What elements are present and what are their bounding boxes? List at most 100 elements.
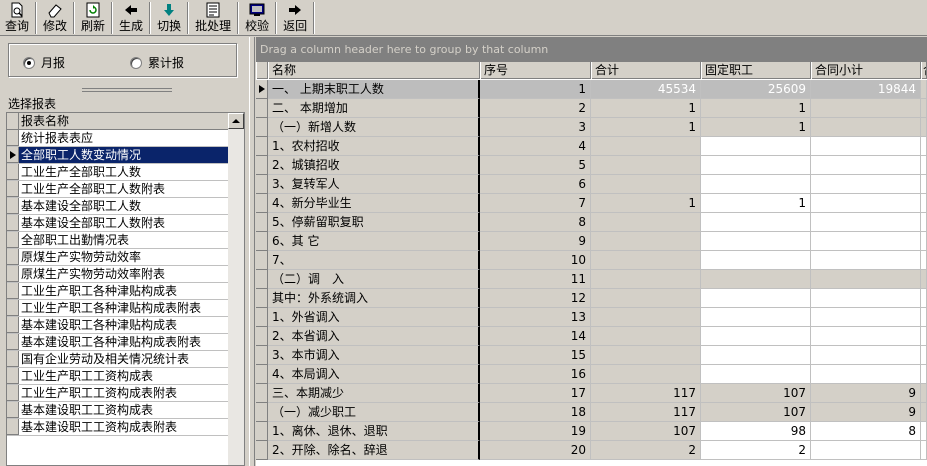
cell-total[interactable] bbox=[591, 346, 701, 365]
cell-more[interactable] bbox=[921, 289, 927, 308]
cell-fixed[interactable] bbox=[701, 213, 811, 232]
cell-name[interactable]: 6、其 它 bbox=[268, 232, 480, 251]
cell-seq[interactable]: 14 bbox=[480, 327, 591, 346]
cell-more[interactable] bbox=[921, 137, 927, 156]
cumulative-radio[interactable]: 累计报 bbox=[130, 54, 184, 71]
table-row[interactable]: （一）减少职工 18 117 107 9 bbox=[256, 403, 927, 422]
table-row[interactable]: （一）新增人数 3 1 1 bbox=[256, 118, 927, 137]
cell-contract[interactable] bbox=[811, 213, 921, 232]
table-row[interactable]: 4、新分毕业生 7 1 1 bbox=[256, 194, 927, 213]
cell-total[interactable]: 1 bbox=[591, 118, 701, 137]
table-row[interactable]: 二、 本期增加 2 1 1 bbox=[256, 99, 927, 118]
cell-seq[interactable]: 16 bbox=[480, 365, 591, 384]
edit-button[interactable]: 修改 bbox=[38, 1, 72, 35]
cell-contract[interactable] bbox=[811, 118, 921, 137]
list-item[interactable]: 基本建设全部职工人数附表 bbox=[7, 215, 230, 232]
table-row[interactable]: 3、本市调入 15 bbox=[256, 346, 927, 365]
cell-name[interactable]: 2、本省调入 bbox=[268, 327, 480, 346]
table-row[interactable]: 2、城镇招收 5 bbox=[256, 156, 927, 175]
scroll-up-icon[interactable] bbox=[228, 113, 244, 129]
table-row[interactable]: 1、外省调入 13 bbox=[256, 308, 927, 327]
query-button[interactable]: 查询 bbox=[0, 1, 34, 35]
cell-name[interactable]: （一）新增人数 bbox=[268, 118, 480, 137]
table-row[interactable]: 1、离休、退休、退职 19 107 98 8 bbox=[256, 422, 927, 441]
cell-name[interactable]: 二、 本期增加 bbox=[268, 99, 480, 118]
table-row[interactable]: 3、复转军人 6 bbox=[256, 175, 927, 194]
cell-contract[interactable] bbox=[811, 308, 921, 327]
cell-fixed[interactable]: 107 bbox=[701, 403, 811, 422]
list-item[interactable]: 基本建设职工工资构成表 bbox=[7, 402, 230, 419]
column-header-name[interactable]: 名称 bbox=[268, 62, 480, 79]
report-name-column-header[interactable]: 报表名称 bbox=[19, 113, 69, 129]
cell-fixed[interactable] bbox=[701, 156, 811, 175]
cell-more[interactable] bbox=[921, 156, 927, 175]
cell-more[interactable] bbox=[921, 384, 927, 403]
table-row[interactable]: 三、本期减少 17 117 107 9 bbox=[256, 384, 927, 403]
panel-splitter[interactable] bbox=[8, 87, 246, 93]
column-header-fixed[interactable]: 固定职工 bbox=[701, 62, 811, 79]
cell-seq[interactable]: 19 bbox=[480, 422, 591, 441]
cell-seq[interactable]: 9 bbox=[480, 232, 591, 251]
cell-seq[interactable]: 20 bbox=[480, 441, 591, 460]
cell-fixed[interactable] bbox=[701, 365, 811, 384]
cell-more[interactable] bbox=[921, 422, 927, 441]
cell-fixed[interactable] bbox=[701, 251, 811, 270]
cell-name[interactable]: 4、新分毕业生 bbox=[268, 194, 480, 213]
cell-fixed[interactable]: 107 bbox=[701, 384, 811, 403]
cell-fixed[interactable] bbox=[701, 175, 811, 194]
cell-contract[interactable] bbox=[811, 232, 921, 251]
cell-more[interactable] bbox=[921, 80, 927, 99]
cell-name[interactable]: 4、本局调入 bbox=[268, 365, 480, 384]
cell-total[interactable] bbox=[591, 232, 701, 251]
cell-contract[interactable] bbox=[811, 156, 921, 175]
cell-seq[interactable]: 10 bbox=[480, 251, 591, 270]
cell-name[interactable]: 1、离休、退休、退职 bbox=[268, 422, 480, 441]
cell-seq[interactable]: 1 bbox=[480, 80, 591, 99]
cell-fixed[interactable] bbox=[701, 289, 811, 308]
cell-more[interactable] bbox=[921, 365, 927, 384]
column-header-total[interactable]: 合计 bbox=[591, 62, 701, 79]
cell-fixed[interactable] bbox=[701, 308, 811, 327]
cell-total[interactable]: 117 bbox=[591, 403, 701, 422]
cell-fixed[interactable]: 98 bbox=[701, 422, 811, 441]
cell-fixed[interactable]: 2 bbox=[701, 441, 811, 460]
cell-name[interactable]: 2、城镇招收 bbox=[268, 156, 480, 175]
cell-contract[interactable]: 8 bbox=[811, 422, 921, 441]
list-item[interactable]: 国有企业劳动及相关情况统计表 bbox=[7, 351, 230, 368]
batch-button[interactable]: 批处理 bbox=[190, 1, 236, 35]
cell-seq[interactable]: 13 bbox=[480, 308, 591, 327]
cell-more[interactable] bbox=[921, 175, 927, 194]
cell-fixed[interactable] bbox=[701, 232, 811, 251]
list-item[interactable]: 工业生产职工各种津贴构成表 bbox=[7, 283, 230, 300]
generate-button[interactable]: 生成 bbox=[114, 1, 148, 35]
cell-name[interactable]: （二）调 入 bbox=[268, 270, 480, 289]
cell-total[interactable]: 45534 bbox=[591, 80, 701, 99]
list-item[interactable]: 工业生产职工工资构成表 bbox=[7, 368, 230, 385]
cell-fixed[interactable]: 1 bbox=[701, 118, 811, 137]
cell-more[interactable] bbox=[921, 308, 927, 327]
back-button[interactable]: 返回 bbox=[278, 1, 312, 35]
cell-total[interactable] bbox=[591, 251, 701, 270]
cell-more[interactable] bbox=[921, 270, 927, 289]
list-item[interactable]: 工业生产全部职工人数附表 bbox=[7, 181, 230, 198]
cell-fixed[interactable] bbox=[701, 346, 811, 365]
list-item[interactable]: 基本建设职工工资构成表附表 bbox=[7, 419, 230, 436]
cell-seq[interactable]: 2 bbox=[480, 99, 591, 118]
cell-seq[interactable]: 12 bbox=[480, 289, 591, 308]
cell-total[interactable]: 107 bbox=[591, 422, 701, 441]
cell-contract[interactable]: 9 bbox=[811, 384, 921, 403]
cell-more[interactable] bbox=[921, 403, 927, 422]
cell-more[interactable] bbox=[921, 327, 927, 346]
cell-more[interactable] bbox=[921, 213, 927, 232]
cell-total[interactable] bbox=[591, 156, 701, 175]
table-row[interactable]: 4、本局调入 16 bbox=[256, 365, 927, 384]
cell-total[interactable] bbox=[591, 289, 701, 308]
table-row[interactable]: 5、停薪留职复职 8 bbox=[256, 213, 927, 232]
list-item[interactable]: 基本建设职工各种津贴构成表附表 bbox=[7, 334, 230, 351]
cell-name[interactable]: 其中：外系统调入 bbox=[268, 289, 480, 308]
cell-name[interactable]: 一、 上期末职工人数 bbox=[268, 80, 480, 99]
column-header-more[interactable]: 合 bbox=[921, 62, 927, 79]
cell-seq[interactable]: 6 bbox=[480, 175, 591, 194]
list-item[interactable]: 统计报表表应 bbox=[7, 130, 230, 147]
list-item[interactable]: 原煤生产实物劳动效率附表 bbox=[7, 266, 230, 283]
